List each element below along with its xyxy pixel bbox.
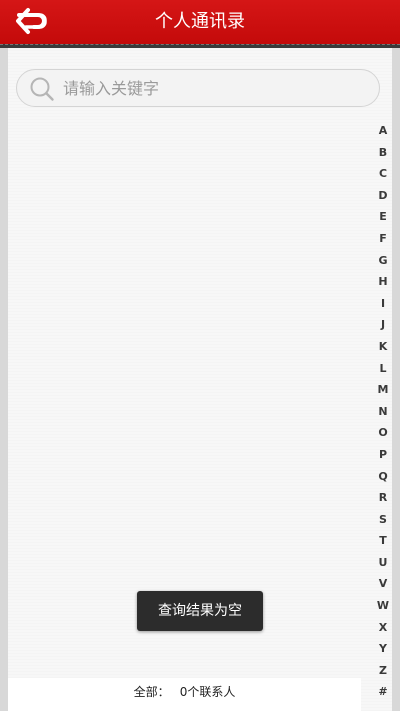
footer-label: 全部： — [133, 685, 170, 699]
index-letter-t[interactable]: T — [366, 530, 400, 552]
alphabet-index-bar[interactable]: A B C D E F G H I J K L M N O P Q R S T U V W X Y Z # — [366, 120, 400, 704]
index-letter-i[interactable]: I — [366, 293, 400, 315]
app-header: 个人通讯录 — [0, 0, 400, 44]
index-letter-s[interactable]: S — [366, 509, 400, 531]
index-letter-o[interactable]: O — [366, 422, 400, 444]
index-letter-h[interactable]: H — [366, 271, 400, 293]
index-letter-p[interactable]: P — [366, 444, 400, 466]
index-letter-j[interactable]: J — [366, 314, 400, 336]
contact-count: 0个联系人 — [179, 685, 236, 699]
index-letter-l[interactable]: L — [366, 358, 400, 380]
index-letter-w[interactable]: W — [366, 595, 400, 617]
index-letter-b[interactable]: B — [366, 142, 400, 164]
search-input[interactable] — [63, 75, 363, 101]
index-letter-z[interactable]: Z — [366, 660, 400, 682]
index-letter-q[interactable]: Q — [366, 466, 400, 488]
index-letter-g[interactable]: G — [366, 250, 400, 272]
index-letter-m[interactable]: M — [366, 379, 400, 401]
search-icon — [30, 77, 54, 101]
index-letter-y[interactable]: Y — [366, 638, 400, 660]
search-box[interactable] — [16, 69, 380, 107]
index-letter-c[interactable]: C — [366, 163, 400, 185]
index-letter-d[interactable]: D — [366, 185, 400, 207]
empty-result-toast: 查询结果为空 — [137, 591, 263, 631]
index-letter-k[interactable]: K — [366, 336, 400, 358]
index-letter-n[interactable]: N — [366, 401, 400, 423]
index-letter-hash[interactable]: # — [366, 681, 400, 703]
index-letter-x[interactable]: X — [366, 617, 400, 639]
index-letter-u[interactable]: U — [366, 552, 400, 574]
index-letter-r[interactable]: R — [366, 487, 400, 509]
index-letter-f[interactable]: F — [366, 228, 400, 250]
index-letter-v[interactable]: V — [366, 573, 400, 595]
page-title: 个人通讯录 — [155, 11, 245, 32]
index-letter-a[interactable]: A — [366, 120, 400, 142]
contacts-footer: 全部： 0个联系人 — [8, 678, 361, 711]
index-letter-e[interactable]: E — [366, 206, 400, 228]
